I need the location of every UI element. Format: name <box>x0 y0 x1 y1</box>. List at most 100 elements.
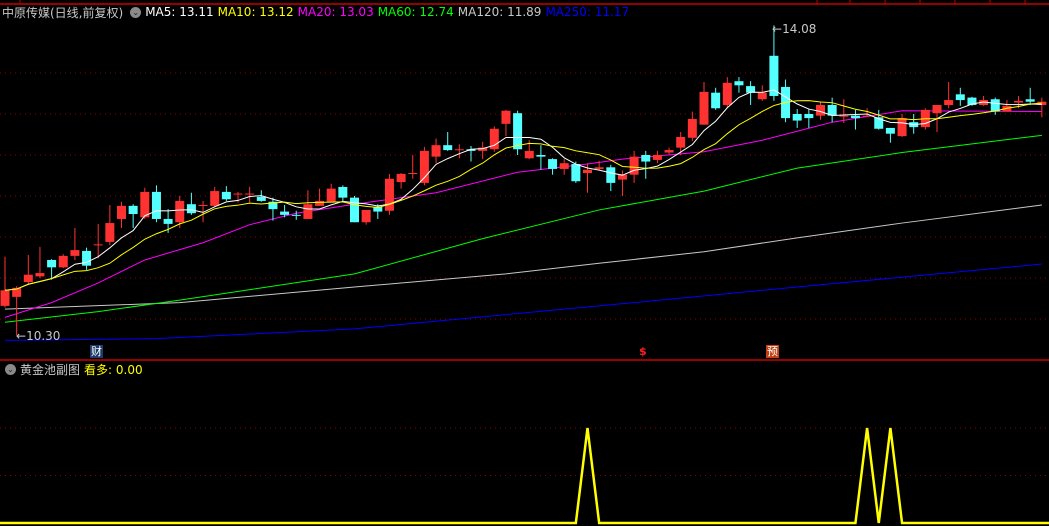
candle-body <box>1025 99 1035 102</box>
candle <box>431 138 441 164</box>
candle <box>454 144 464 159</box>
candle <box>384 173 394 215</box>
candle <box>722 77 732 109</box>
candle-body <box>804 114 814 119</box>
ma20-label: MA20: 13.03 <box>297 5 374 19</box>
sub-panel-header: ⌄ 黄金池副图 看多: 0.00 <box>2 361 147 377</box>
candle-body <box>47 259 57 268</box>
candle <box>501 109 511 137</box>
candle <box>291 210 301 220</box>
price-chart[interactable] <box>0 0 1049 526</box>
candle <box>419 146 429 186</box>
candle-body <box>548 159 558 169</box>
candle-body <box>687 118 697 138</box>
chevron-down-icon[interactable]: ⌄ <box>5 363 16 375</box>
candle <box>990 97 1000 115</box>
candle <box>850 109 860 130</box>
candle-body <box>897 118 907 137</box>
candle <box>151 185 161 223</box>
candle-body <box>361 209 371 223</box>
candle <box>338 185 348 203</box>
candle-body <box>23 274 33 283</box>
candle <box>687 111 697 142</box>
candle <box>1002 100 1012 112</box>
candle-body <box>757 92 767 100</box>
candle <box>478 141 488 160</box>
candle <box>23 255 33 284</box>
ma5-label: MA5: 13.11 <box>145 5 214 19</box>
main-chart-header: 中原传媒(日线,前复权) ⌄ MA5: 13.11 MA10: 13.12 MA… <box>2 4 633 20</box>
candle-body <box>606 167 616 183</box>
candle-body <box>105 223 115 242</box>
candle <box>268 197 278 221</box>
candle <box>361 209 371 225</box>
candle-body <box>676 136 686 148</box>
candle-body <box>443 145 453 151</box>
candle-body <box>664 150 674 153</box>
candle <box>303 190 313 219</box>
candle <box>58 254 68 269</box>
candle-body <box>70 250 80 256</box>
candle-body <box>652 155 662 160</box>
ma250-label: MA250: 11.17 <box>545 5 630 19</box>
candle <box>757 85 767 101</box>
ma120-line <box>4 204 1042 310</box>
candle-body <box>454 149 464 151</box>
candle-body <box>850 115 860 119</box>
candle-body <box>186 204 196 214</box>
candle <box>536 145 546 170</box>
candle-body <box>315 200 325 206</box>
candle <box>652 150 662 164</box>
candle <box>128 204 138 228</box>
candle-body <box>571 164 581 182</box>
candle-body <box>256 196 266 201</box>
low-price-label: 10.30 <box>26 329 61 343</box>
candle-body <box>128 205 138 215</box>
candle <box>606 164 616 192</box>
candle-body <box>408 173 418 175</box>
low-price-annotation: ←10.30 <box>16 329 60 343</box>
candle-body <box>280 211 290 215</box>
candle-body <box>513 113 523 150</box>
candle-body <box>932 104 942 114</box>
candle-body <box>583 169 592 174</box>
candle-body <box>0 290 10 306</box>
indicator-label: 看多: 0.00 <box>84 362 143 377</box>
candle-body <box>350 197 359 223</box>
candle <box>396 173 406 189</box>
candle <box>559 159 569 175</box>
candle <box>35 246 45 278</box>
candle <box>466 145 476 162</box>
candle-body <box>198 205 208 207</box>
candle <box>408 155 418 179</box>
candle-body <box>210 191 220 206</box>
candle <box>326 183 336 202</box>
candle <box>105 205 115 246</box>
candle-body <box>245 193 255 195</box>
candle-body <box>524 150 534 159</box>
candle-body <box>722 82 732 105</box>
candle-body <box>594 167 604 169</box>
candle <box>885 127 895 143</box>
sub-panel-title: 黄金池副图 <box>20 362 81 377</box>
candle <box>93 223 103 259</box>
finance-marker[interactable]: 财 <box>90 345 103 358</box>
candle-body <box>303 204 313 219</box>
candle-body <box>151 191 161 219</box>
forecast-marker[interactable]: 预 <box>766 345 779 358</box>
chevron-down-icon[interactable]: ⌄ <box>130 6 142 18</box>
candle-body <box>885 127 895 134</box>
candle <box>664 147 674 155</box>
high-price-annotation: ←14.08 <box>772 22 816 36</box>
candle <box>117 201 126 228</box>
ma60-label: MA60: 12.74 <box>377 5 454 19</box>
candle-body <box>990 99 1000 112</box>
candle <box>489 126 499 152</box>
candle-body <box>326 188 336 202</box>
ma250-line <box>4 263 1042 341</box>
candle-body <box>839 115 849 117</box>
candle-body <box>396 173 406 183</box>
candle-body <box>1014 100 1024 103</box>
dollar-marker[interactable]: $ <box>638 345 648 358</box>
candle-body <box>117 205 126 219</box>
